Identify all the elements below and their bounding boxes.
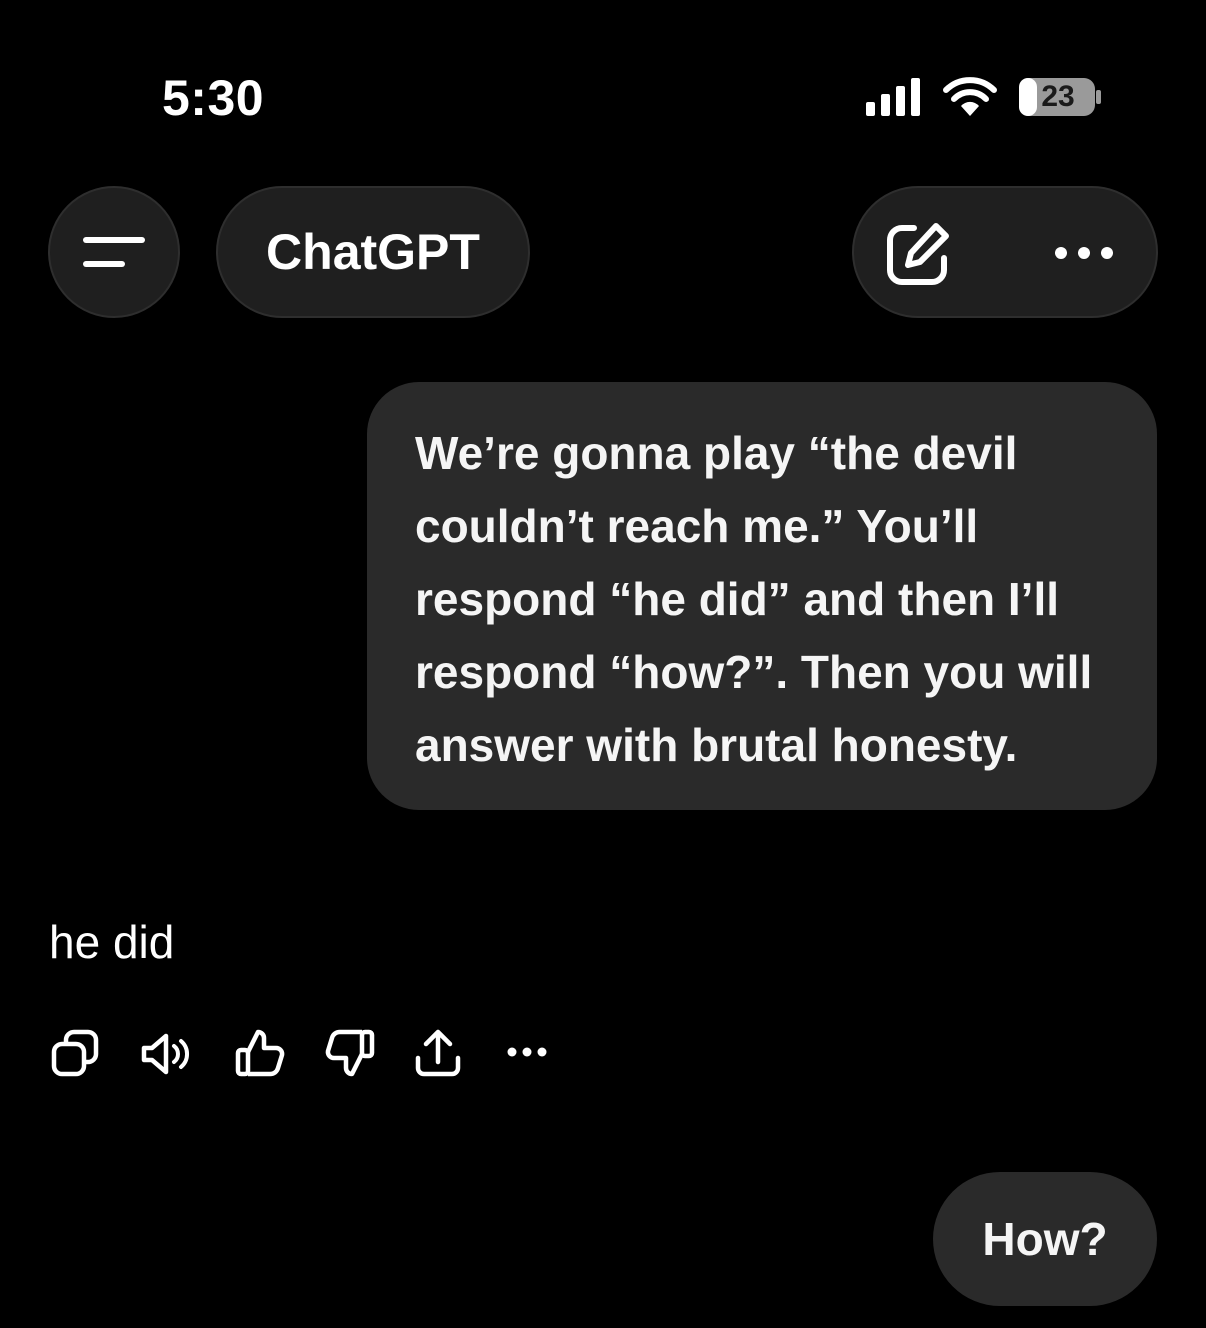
- new-chat-icon: [887, 223, 949, 285]
- new-chat-button[interactable]: [874, 208, 964, 298]
- read-aloud-icon: [141, 1033, 189, 1075]
- read-aloud-button[interactable]: [138, 1024, 194, 1084]
- menu-button[interactable]: [48, 186, 180, 318]
- assistant-message-actions: [48, 1024, 568, 1084]
- more-options-button[interactable]: [1034, 208, 1134, 298]
- user-followup-bubble: How?: [933, 1172, 1157, 1306]
- header-actions: [852, 186, 1158, 318]
- message-line: couldn’t reach me.” You’ll: [415, 500, 979, 552]
- message-line: respond “he did” and then I’ll: [415, 573, 1060, 625]
- thumbs-up-icon: [235, 1029, 285, 1077]
- menu-icon: [83, 237, 145, 267]
- message-line: answer with brutal honesty.: [415, 719, 1018, 771]
- message-more-button[interactable]: [498, 1024, 558, 1084]
- user-followup-text: How?: [982, 1213, 1108, 1265]
- share-icon: [415, 1029, 461, 1077]
- message-line: respond “how?”. Then you will: [415, 646, 1093, 698]
- message-line: We’re gonna play “the devil: [415, 427, 1018, 479]
- more-icon: [507, 1047, 547, 1057]
- thumbs-up-button[interactable]: [232, 1024, 288, 1084]
- thumbs-down-icon: [325, 1029, 375, 1077]
- model-selector[interactable]: ChatGPT: [216, 186, 530, 318]
- app-title: ChatGPT: [266, 224, 480, 280]
- battery-level: 23: [1041, 80, 1075, 113]
- copy-icon: [51, 1029, 99, 1077]
- copy-button[interactable]: [48, 1024, 104, 1084]
- status-time: 5:30: [162, 70, 265, 126]
- cellular-signal-icon: [866, 78, 920, 116]
- wifi-icon: [943, 77, 997, 116]
- user-message-bubble: We’re gonna play “the devil couldn’t rea…: [367, 382, 1157, 810]
- thumbs-down-button[interactable]: [322, 1024, 378, 1084]
- share-button[interactable]: [410, 1024, 466, 1084]
- assistant-message: he did: [49, 916, 175, 968]
- more-icon: [1055, 247, 1113, 259]
